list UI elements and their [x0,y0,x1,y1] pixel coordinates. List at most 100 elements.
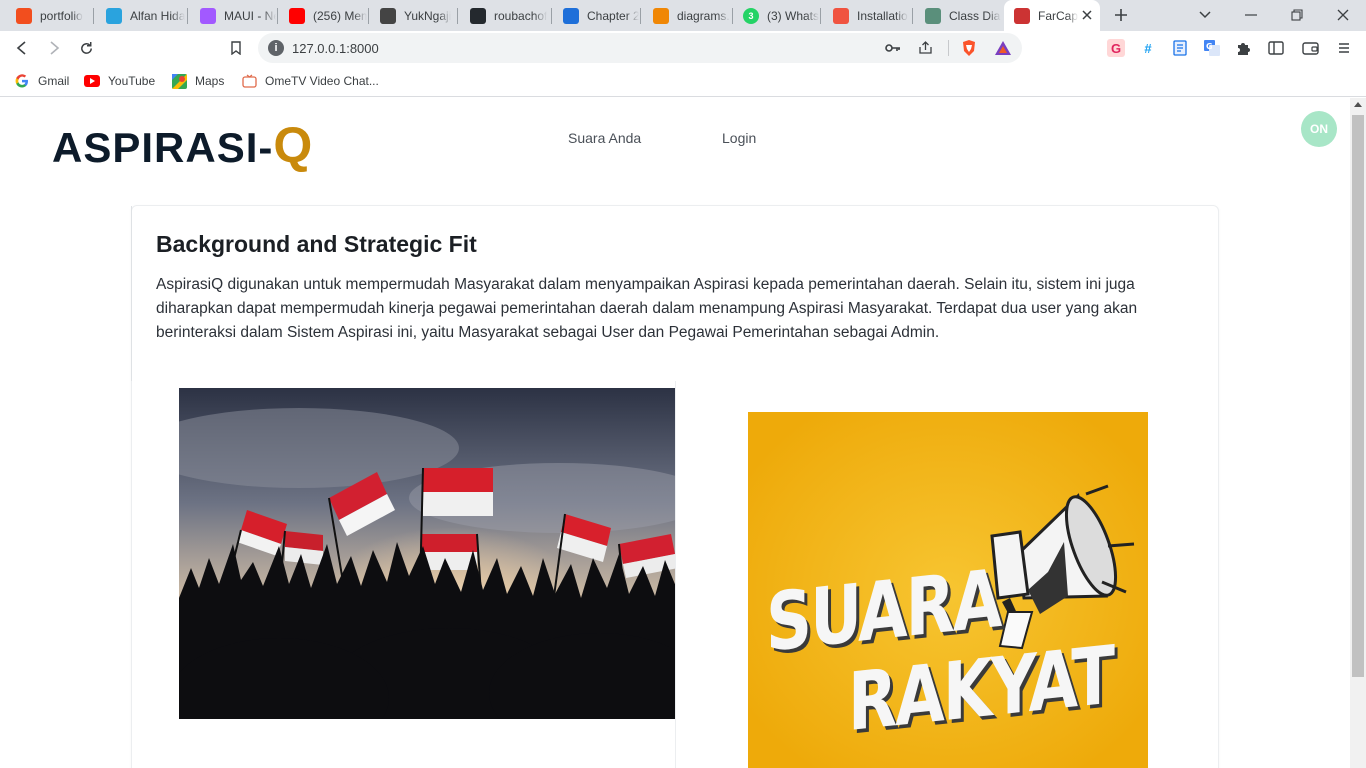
ometv-icon [241,73,257,89]
restore-icon[interactable] [1284,3,1310,27]
page-icon [380,7,396,24]
bookmark-icon[interactable] [224,36,248,60]
tab-separator [551,8,552,24]
figma-icon [16,7,32,24]
crowd-flags-image [179,388,675,719]
tab-title: Chapter 2 [587,8,639,23]
browser-tab[interactable]: diagrams. [643,0,731,31]
tab-separator [93,8,94,24]
tab-title: diagrams. [677,8,730,23]
browser-tab[interactable]: Chapter 2 [553,0,639,31]
reader-extension-icon[interactable] [1171,39,1189,57]
reload-icon[interactable] [74,36,98,60]
page-viewport: ASPIRASI- Q Suara Anda Login ON Backgroun… [0,98,1350,768]
address-url: 127.0.0.1:8000 [292,41,379,56]
tab-separator [640,8,641,24]
column-divider [675,381,676,768]
browser-tab[interactable]: YukNgaji [370,0,456,31]
github-icon [470,7,486,24]
close-window-icon[interactable] [1330,3,1356,27]
bookmark-youtube[interactable]: YouTube [84,73,155,89]
tab-search-icon[interactable] [1192,3,1218,27]
forward-icon[interactable] [42,36,66,60]
google-icon [14,73,30,89]
translate-extension-icon[interactable]: G [1203,39,1221,57]
youtube-icon [84,73,100,89]
card-edge [131,206,132,381]
farcap-icon [1014,7,1030,24]
svg-text:G: G [1206,42,1213,51]
back-icon[interactable] [10,36,34,60]
maps-icon [171,73,187,89]
telegram-icon [106,7,122,24]
browser-tab[interactable]: MAUI - Ne [190,0,276,31]
tab-title: Class Diag [949,8,1001,23]
bookmark-label: YouTube [108,74,156,88]
youtube-icon [289,7,305,24]
browser-tab[interactable]: roubachof [460,0,550,31]
bookmark-gmail[interactable]: Gmail [14,73,69,89]
browser-toolbar: i 127.0.0.1:8000 G # G [0,31,1366,65]
scroll-up-arrow-icon[interactable] [1354,102,1362,107]
browser-tab[interactable]: (256) Mem [279,0,367,31]
tab-separator [912,8,913,24]
nav-link-login[interactable]: Login [722,130,756,146]
tab-title: Installatio [857,8,908,23]
browser-tab[interactable]: Installatio [823,0,911,31]
tab-title: (256) Mem [313,8,367,23]
page-scrollbar[interactable] [1350,98,1366,768]
brave-rewards-icon[interactable] [994,39,1012,57]
browser-tab[interactable]: portfolio [6,0,92,31]
tab-title: portfolio [40,8,83,23]
key-icon[interactable] [884,39,902,57]
minimize-icon[interactable] [1238,3,1264,27]
site-info-icon[interactable]: i [268,40,284,56]
browser-tab[interactable]: Class Diag [915,0,1001,31]
sidebar-icon[interactable] [1267,39,1285,57]
figma-icon [200,7,216,24]
bookmark-maps[interactable]: Maps [171,73,224,89]
hashtag-extension-icon[interactable]: # [1139,39,1157,57]
tab-title: MAUI - Ne [224,8,276,23]
bookmark-label: Gmail [38,74,70,88]
drawio-icon [653,7,669,24]
section-title: Background and Strategic Fit [156,231,477,257]
extensions-puzzle-icon[interactable] [1235,39,1253,57]
grammarly-extension-icon[interactable]: G [1107,39,1125,57]
site-logo[interactable]: ASPIRASI- Q [52,116,313,174]
close-tab-icon[interactable] [1082,7,1092,23]
browser-tab[interactable]: 3 (3) WhatsA [733,0,819,31]
nav-link-suara-anda[interactable]: Suara Anda [568,130,641,146]
bookmark-ometv[interactable]: OmeTV Video Chat... [241,73,379,89]
browser-tab-strip: portfolio Alfan Hida MAUI - Ne (256) Mem Yuk… [0,0,1366,31]
tab-title: roubachof [494,8,548,23]
tab-separator [277,8,278,24]
section-description: AspirasiQ digunakan untuk mempermudah Ma… [156,276,1138,341]
classroom-icon [563,7,579,24]
diagram-icon [925,7,941,24]
tab-title: (3) WhatsA [767,8,819,23]
tab-separator [187,8,188,24]
wallet-icon[interactable] [1301,39,1319,57]
status-badge[interactable]: ON [1301,111,1337,147]
background-card: Background and Strategic Fit AspirasiQ d… [131,205,1219,768]
tab-separator [457,8,458,24]
tab-title: Alfan Hida [130,8,186,23]
bookmark-label: OmeTV Video Chat... [265,74,379,88]
new-tab-icon[interactable] [1108,3,1134,27]
browser-tab[interactable]: FarCap [1004,0,1100,31]
share-icon[interactable] [916,39,934,57]
tab-title: FarCap [1038,8,1079,23]
browser-tab[interactable]: Alfan Hida [96,0,186,31]
bookmarks-bar: Gmail YouTube Maps OmeTV Video Chat... [0,65,1366,97]
tab-separator [820,8,821,24]
bookmark-label: Maps [195,74,225,88]
address-bar[interactable]: i 127.0.0.1:8000 [258,33,1022,63]
scroll-thumb[interactable] [1352,115,1364,677]
whatsapp-icon: 3 [743,7,759,24]
menu-icon[interactable] [1335,39,1353,57]
tab-separator [368,8,369,24]
suara-rakyat-poster: SUARA RAKYAT [748,412,1148,768]
logo-main-text: ASPIRASI- [52,124,274,171]
brave-shield-icon[interactable] [960,39,978,57]
